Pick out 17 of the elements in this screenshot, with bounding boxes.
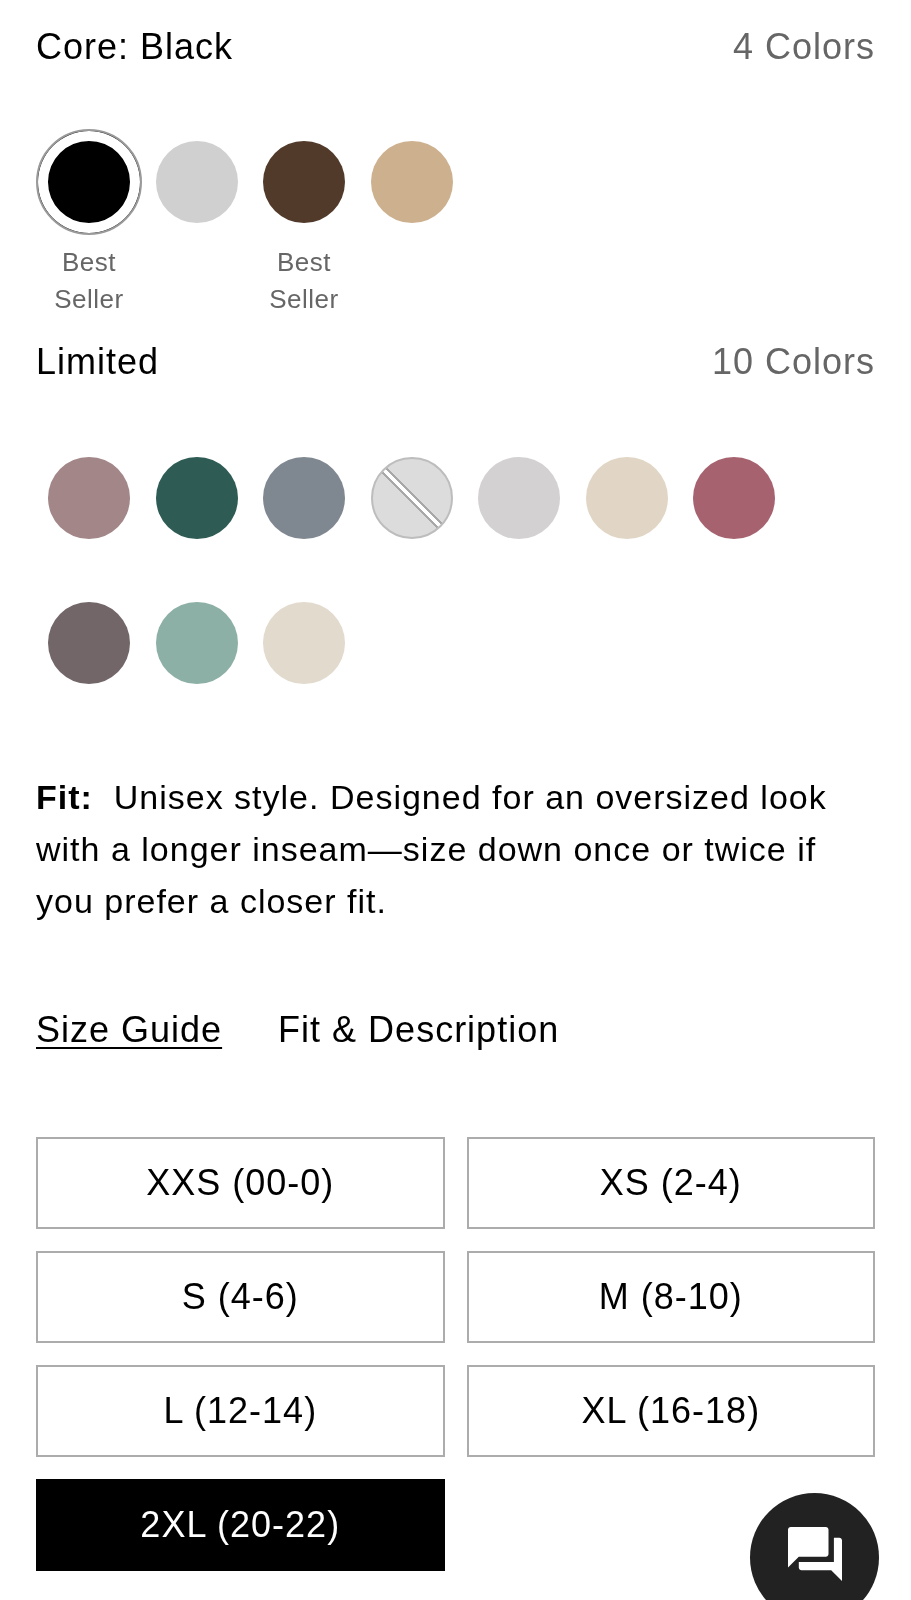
size-button[interactable]: 2XL (20-22) xyxy=(36,1479,445,1571)
swatch-caption: Best Seller xyxy=(268,246,340,316)
size-button[interactable]: L (12-14) xyxy=(36,1365,445,1457)
link[interactable]: Fit & Description xyxy=(278,1008,560,1052)
fit-description-text: Fit: Unisex style. Designed for an oversized look with a longer inseam—size down once or twice if you prefer a closer fit. xyxy=(36,777,828,922)
chat-bubbles-icon xyxy=(785,1526,844,1581)
section-title: Limited xyxy=(36,340,160,384)
size-button[interactable]: XS (2-4) xyxy=(466,1137,875,1229)
size-button[interactable]: S (4-6) xyxy=(36,1251,445,1343)
section-title: Core: Black xyxy=(36,25,234,69)
color-count: 4 Colors xyxy=(732,25,875,69)
size-button[interactable]: M (8-10) xyxy=(466,1251,875,1343)
color-count: 10 Colors xyxy=(711,340,875,384)
size-button[interactable]: XXS (00-0) xyxy=(36,1137,445,1229)
swatch-caption: Best Seller xyxy=(53,246,125,316)
link[interactable]: Size Guide xyxy=(36,1008,223,1052)
size-button[interactable]: XL (16-18) xyxy=(466,1365,875,1457)
